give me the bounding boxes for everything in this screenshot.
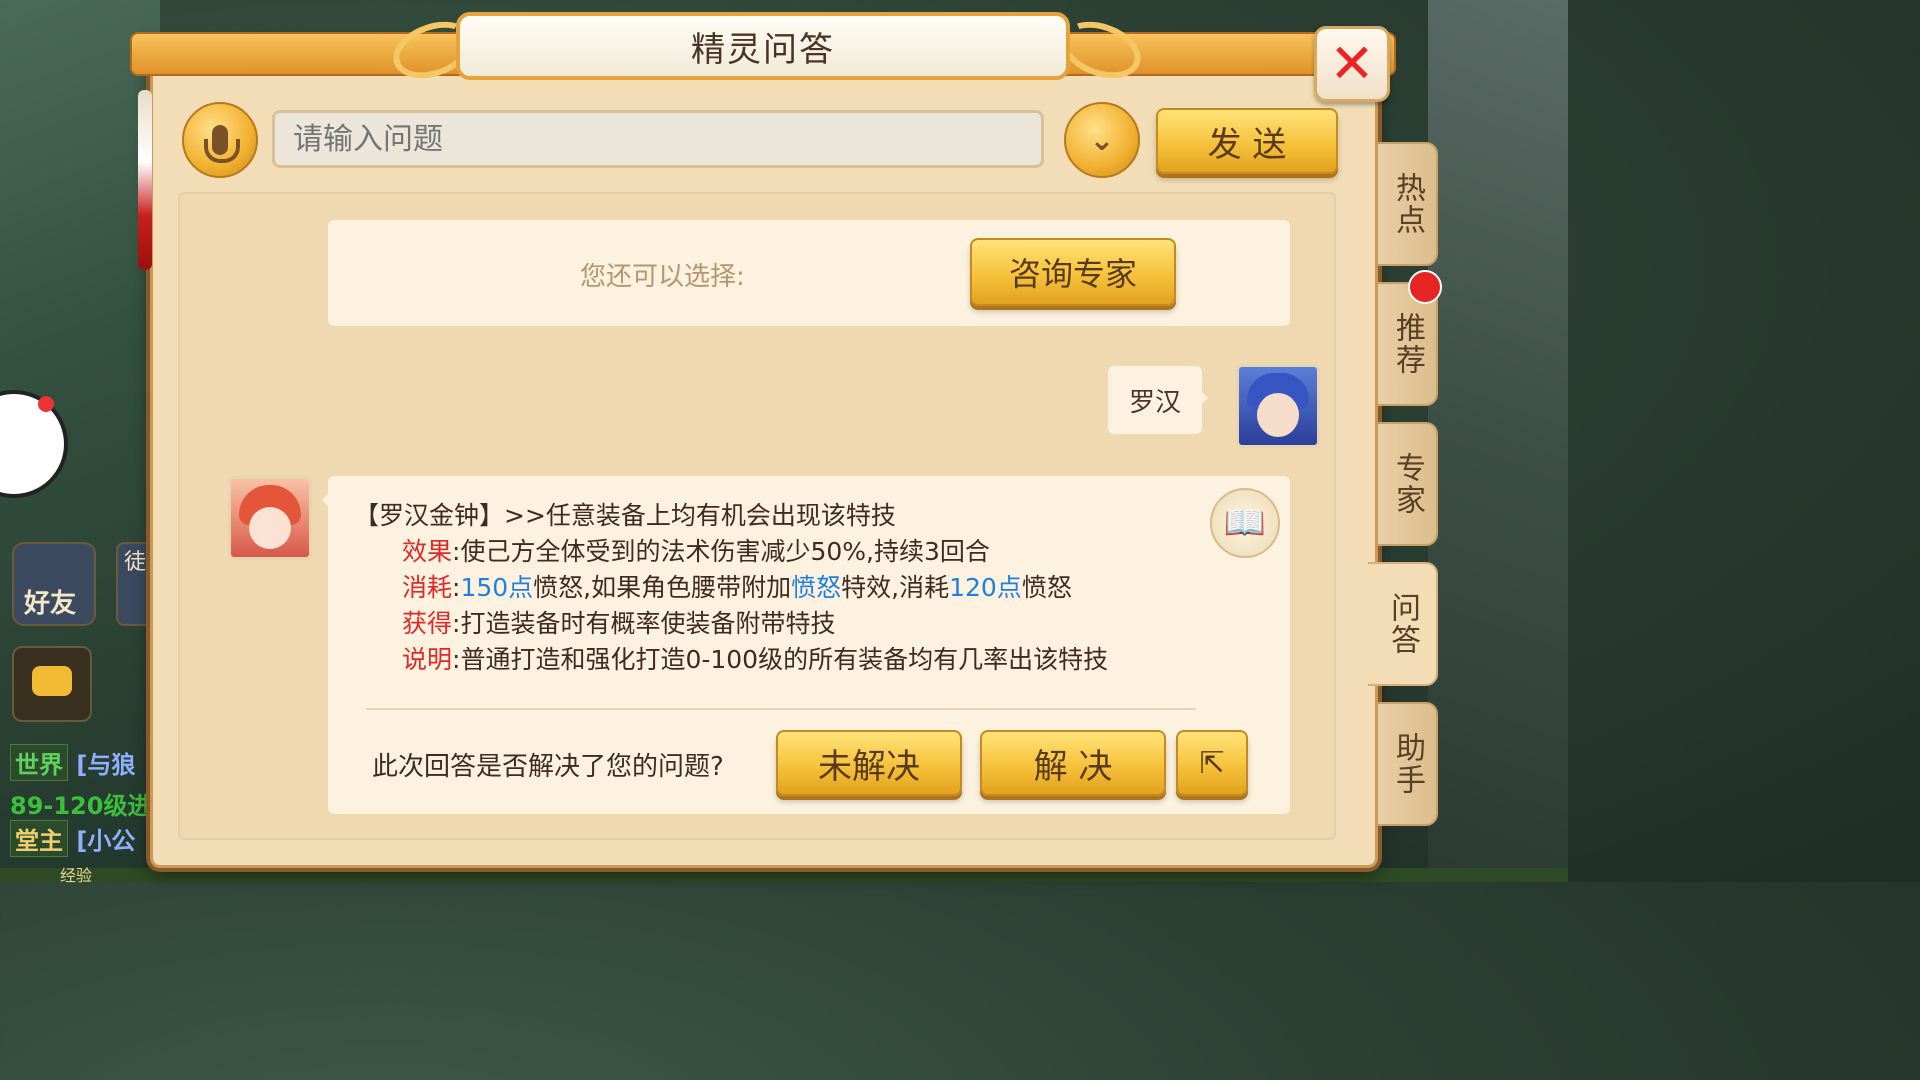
book-icon[interactable]: 📖 xyxy=(1210,488,1280,558)
tassel-decoration xyxy=(138,90,152,270)
user-avatar[interactable] xyxy=(1236,364,1320,448)
unresolved-label: 未解决 xyxy=(818,746,920,787)
notification-dot xyxy=(1408,270,1442,304)
cost-link[interactable]: 愤怒 xyxy=(791,573,841,602)
chat-line: 89-120级进 xyxy=(10,786,151,821)
apprentice-label: 徒 xyxy=(123,550,146,575)
answer-effect-line: 效果:使己方全体受到的法术伤害减少50%,持续3回合 xyxy=(402,532,990,568)
notification-dot xyxy=(38,396,54,412)
friend-button[interactable]: 好友 xyxy=(12,542,96,626)
consult-expert-label: 咨询专家 xyxy=(1008,255,1137,293)
chat-text: [小公 xyxy=(76,827,136,855)
note-label: 说明 xyxy=(402,645,453,674)
consult-expert-button[interactable]: 咨询专家 xyxy=(970,238,1176,306)
tab-assistant-label: 助手 xyxy=(1390,732,1425,796)
effect-label: 效果 xyxy=(402,537,453,566)
avatar-face xyxy=(1257,393,1299,437)
obtain-label: 获得 xyxy=(402,609,453,638)
cost-label: 消耗 xyxy=(402,573,453,602)
chat-text: [与狼 xyxy=(76,751,136,779)
tab-expert[interactable]: 专家 xyxy=(1378,422,1438,546)
cost-text-2: 特效,消耗 xyxy=(841,573,950,602)
note-text: :普通打造和强化打造0-100级的所有装备均有几率出该特技 xyxy=(452,645,1109,674)
tab-hot[interactable]: 热点 xyxy=(1378,142,1438,266)
chat-channel-tag: 世界 xyxy=(10,744,68,781)
options-label: 您还可以选择: xyxy=(580,262,745,292)
tab-expert-label: 专家 xyxy=(1390,452,1425,516)
answer-obtain-line: 获得:打造装备时有概率使装备附带特技 xyxy=(402,604,835,640)
resolved-label: 解 决 xyxy=(1033,746,1113,787)
assistant-avatar xyxy=(228,476,312,560)
cost-text-1: 愤怒,如果角色腰带附加 xyxy=(533,573,792,602)
tab-qa-label: 问答 xyxy=(1385,592,1420,656)
cost-value-1: 150点 xyxy=(460,573,534,602)
cost-value-2: 120点 xyxy=(949,573,1022,602)
tab-recommend-label: 推荐 xyxy=(1390,312,1425,376)
title-plate: 精灵问答 xyxy=(456,12,1070,80)
answer-note-line: 说明:普通打造和强化打造0-100级的所有装备均有几率出该特技 xyxy=(402,640,1108,676)
chat-button[interactable] xyxy=(12,646,92,722)
chat-text: 89-120级进 xyxy=(10,792,152,820)
send-label: 发 送 xyxy=(1207,124,1287,165)
question-input[interactable] xyxy=(272,110,1044,168)
avatar-face xyxy=(249,507,291,549)
chat-line: 世界 [与狼 xyxy=(10,744,135,781)
close-button[interactable]: ✕ xyxy=(1314,26,1390,102)
apprentice-button[interactable]: 徒 xyxy=(116,542,154,626)
microphone-icon xyxy=(204,125,240,163)
exp-bar xyxy=(0,868,1568,882)
share-button[interactable]: ⇱ xyxy=(1176,730,1248,796)
exp-label: 经验 xyxy=(60,866,93,885)
tab-qa[interactable]: 问答 xyxy=(1368,562,1438,686)
chat-bubble-icon xyxy=(32,666,72,696)
user-message-bubble: 罗汉 xyxy=(1108,366,1208,434)
feedback-question: 此次回答是否解决了您的问题? xyxy=(372,752,724,782)
dialog-title: 精灵问答 xyxy=(691,29,835,70)
effect-text: :使己方全体受到的法术伤害减少50%,持续3回合 xyxy=(452,537,990,566)
chat-line: 堂主 [小公 xyxy=(10,820,135,857)
voice-input-button[interactable] xyxy=(182,102,258,178)
history-dropdown-button[interactable]: ⌄ xyxy=(1064,102,1140,178)
obtain-text: :打造装备时有概率使装备附带特技 xyxy=(452,609,836,638)
resolved-button[interactable]: 解 决 xyxy=(980,730,1166,796)
share-icon: ⇱ xyxy=(1199,745,1225,781)
tab-assistant[interactable]: 助手 xyxy=(1378,702,1438,826)
chat-channel-tag: 堂主 xyxy=(10,820,68,857)
unresolved-button[interactable]: 未解决 xyxy=(776,730,962,796)
game-scene-right xyxy=(1428,0,1568,882)
user-message-text: 罗汉 xyxy=(1128,387,1181,418)
answer-divider xyxy=(366,708,1196,710)
answer-heading: 【罗汉金钟】>>任意装备上均有机会出现该特技 xyxy=(354,501,896,530)
answer-cost-line: 消耗:150点愤怒,如果角色腰带附加愤怒特效,消耗120点愤怒 xyxy=(402,568,1072,604)
friend-label: 好友 xyxy=(24,589,77,619)
tab-hot-label: 热点 xyxy=(1390,172,1425,236)
send-button[interactable]: 发 送 xyxy=(1156,108,1338,174)
chevron-down-icon: ⌄ xyxy=(1089,122,1115,158)
close-icon: ✕ xyxy=(1329,32,1375,95)
cost-text-3: 愤怒 xyxy=(1021,573,1072,602)
